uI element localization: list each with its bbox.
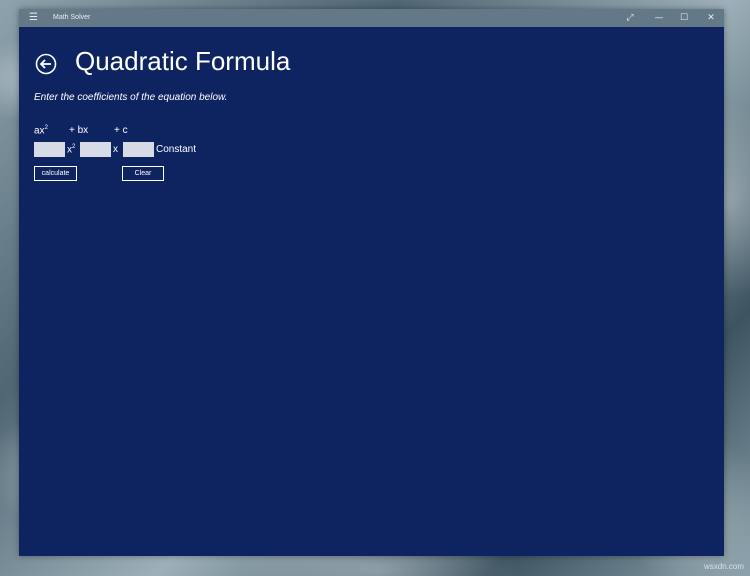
app-title: Math Solver: [53, 14, 91, 21]
maximize-icon[interactable]: ☐: [671, 9, 697, 27]
calculate-button[interactable]: calculate: [34, 166, 77, 181]
back-arrow-icon: [35, 53, 57, 75]
expand-icon[interactable]: ⤢: [617, 9, 643, 27]
x-label: x: [113, 144, 118, 155]
watermark: wsxdn.com: [704, 562, 745, 571]
back-button[interactable]: [35, 53, 57, 75]
coefficient-c-input[interactable]: [123, 142, 154, 157]
clear-button[interactable]: Clear: [122, 166, 164, 181]
term-a-exponent: 2: [44, 125, 48, 131]
term-c-label: + c: [114, 125, 128, 136]
app-window: ☰ Math Solver ⤢ — ☐ ✕ Quadratic Formula …: [19, 9, 724, 556]
desktop-background: ☰ Math Solver ⤢ — ☐ ✕ Quadratic Formula …: [0, 0, 750, 576]
page-title: Quadratic Formula: [75, 46, 291, 76]
x-squared-label: x2: [67, 144, 75, 155]
constant-label: Constant: [156, 144, 197, 155]
coefficient-a-input[interactable]: [34, 142, 65, 157]
term-b-label: + bx: [69, 125, 89, 136]
coefficient-b-input[interactable]: [80, 142, 111, 157]
x-squared-exponent: 2: [72, 144, 76, 150]
term-a-text: ax: [34, 125, 45, 137]
close-icon[interactable]: ✕: [698, 9, 724, 27]
instructions-text: Enter the coefficients of the equation b…: [34, 92, 228, 103]
hamburger-icon[interactable]: ☰: [29, 11, 43, 25]
title-bar: ☰ Math Solver ⤢ — ☐ ✕: [19, 9, 724, 27]
minimize-icon[interactable]: —: [646, 9, 672, 27]
term-a-label: ax2: [34, 125, 48, 136]
